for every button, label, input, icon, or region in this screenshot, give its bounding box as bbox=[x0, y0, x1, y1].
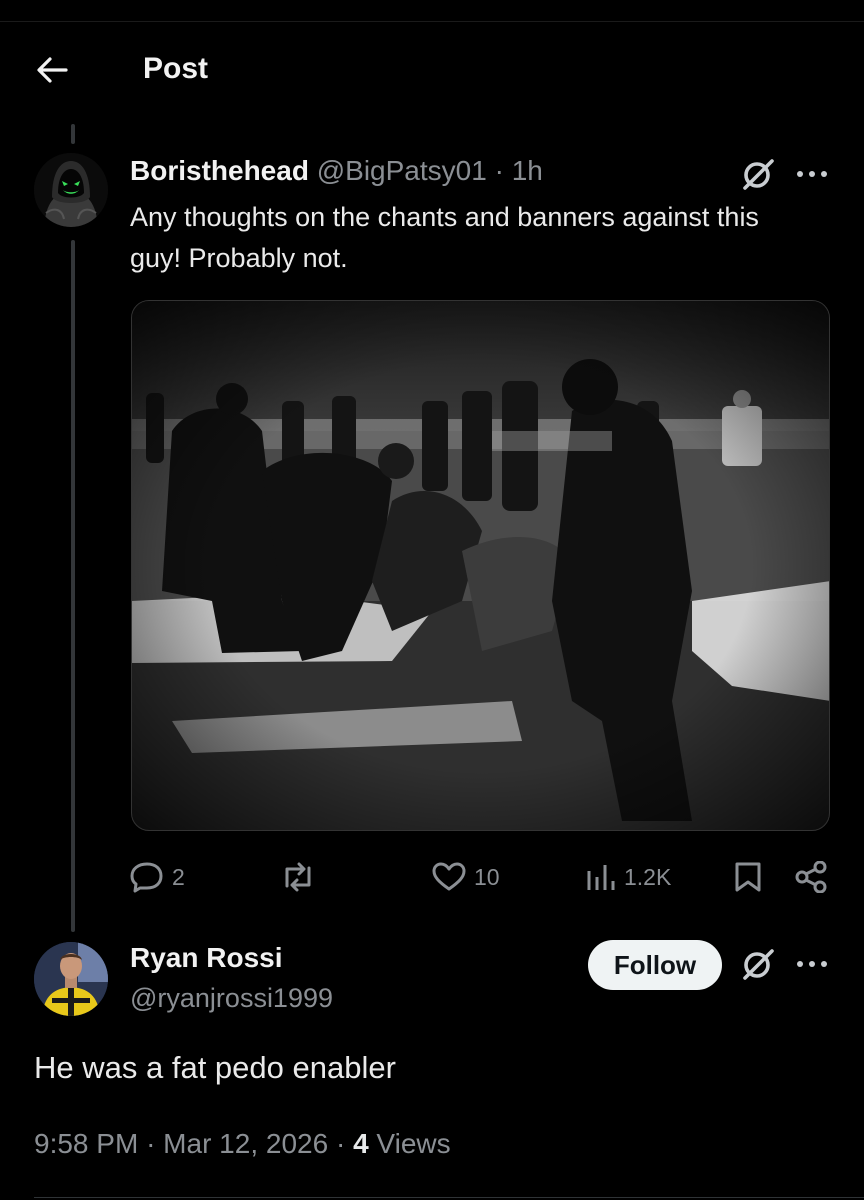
reply-time[interactable]: 9:58 PM bbox=[34, 1128, 138, 1159]
follow-button[interactable]: Follow bbox=[588, 940, 722, 990]
reply-author-handle[interactable]: @ryanjrossi1999 bbox=[130, 983, 333, 1014]
post-time[interactable]: 1h bbox=[512, 155, 543, 186]
hooded-figure-avatar bbox=[34, 153, 108, 227]
post-actions-bar: 2 10 1.2K bbox=[130, 852, 830, 902]
dot-separator: · bbox=[494, 155, 504, 186]
post-header: Boristhehead @BigPatsy01 · 1h bbox=[130, 155, 543, 187]
thread-line bbox=[71, 240, 75, 932]
like-button[interactable]: 10 bbox=[432, 852, 500, 902]
reply-button[interactable]: 2 bbox=[130, 852, 185, 902]
repost-icon bbox=[285, 862, 311, 892]
status-strip bbox=[0, 0, 864, 22]
dot-separator: · bbox=[146, 1128, 156, 1159]
post-image[interactable] bbox=[131, 300, 830, 831]
more-dots-icon bbox=[797, 171, 827, 177]
top-bar: Post bbox=[0, 22, 864, 118]
reply-text: He was a fat pedo enabler bbox=[34, 1050, 396, 1085]
avatar[interactable] bbox=[34, 153, 108, 227]
reply-date[interactable]: Mar 12, 2026 bbox=[163, 1128, 328, 1159]
divider bbox=[34, 1197, 864, 1198]
chat-bubble-icon bbox=[130, 862, 163, 893]
more-options-button[interactable] bbox=[792, 160, 832, 188]
more-options-button[interactable] bbox=[792, 950, 832, 978]
dot-separator: · bbox=[335, 1128, 346, 1159]
heart-icon bbox=[432, 862, 466, 891]
share-icon bbox=[795, 861, 827, 893]
post-text: Any thoughts on the chants and banners a… bbox=[130, 202, 759, 273]
bookmark-icon bbox=[735, 862, 761, 892]
grok-icon bbox=[743, 159, 774, 190]
more-dots-icon bbox=[797, 961, 827, 967]
author-handle[interactable]: @BigPatsy01 bbox=[317, 155, 487, 186]
back-button[interactable] bbox=[30, 50, 74, 90]
reply-metadata: 9:58 PM · Mar 12, 2026 · 4 Views bbox=[34, 1128, 451, 1160]
grok-button[interactable] bbox=[738, 946, 778, 982]
view-count: 1.2K bbox=[624, 863, 672, 890]
reply-count: 2 bbox=[172, 863, 185, 890]
thread-line-top bbox=[71, 124, 75, 144]
man-in-yellow-jersey-avatar bbox=[34, 942, 108, 1016]
grok-icon bbox=[743, 949, 774, 980]
like-count: 10 bbox=[474, 863, 500, 890]
views-button[interactable]: 1.2K bbox=[586, 852, 671, 902]
crowd-photo bbox=[132, 301, 829, 830]
grok-button[interactable] bbox=[738, 156, 778, 192]
bookmark-button[interactable] bbox=[734, 852, 762, 902]
page-title: Post bbox=[143, 52, 209, 85]
share-button[interactable] bbox=[794, 852, 828, 902]
reply-views-label: Views bbox=[376, 1128, 451, 1159]
back-arrow-icon bbox=[37, 57, 68, 83]
author-name[interactable]: Boristhehead bbox=[130, 155, 309, 186]
avatar[interactable] bbox=[34, 942, 108, 1016]
reply-view-count: 4 bbox=[353, 1128, 369, 1159]
views-chart-icon bbox=[587, 865, 615, 890]
repost-button[interactable] bbox=[278, 852, 318, 902]
reply-author-name[interactable]: Ryan Rossi bbox=[130, 942, 283, 974]
